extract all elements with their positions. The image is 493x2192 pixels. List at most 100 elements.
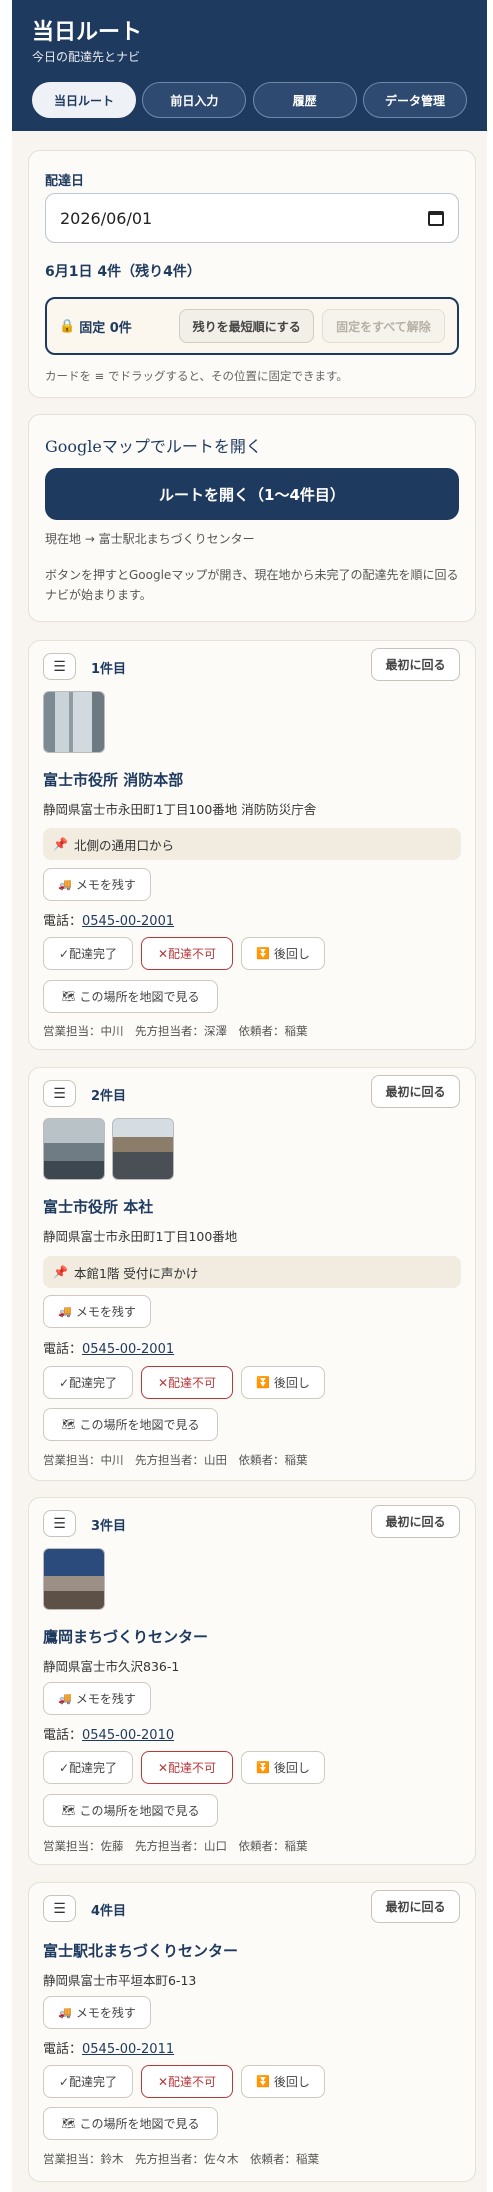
memo-label: メモを残す xyxy=(75,1305,136,1319)
header: 当日ルート 今日の配達先とナビ 当日ルート 前日入力 履歴 データ管理 xyxy=(12,0,487,131)
clear-fixed-button[interactable]: 固定をすべて解除 xyxy=(321,309,445,343)
tab-today-route[interactable]: 当日ルート xyxy=(32,82,136,118)
down-arrow-icon: ⏬ xyxy=(256,1761,270,1774)
staff-info: 営業担当：佐藤 先方担当者：山口 依頼者：稲葉 xyxy=(43,1839,308,1853)
memo-button[interactable]: 🚚 メモを残す xyxy=(43,1295,151,1328)
memo-label: メモを残す xyxy=(75,2006,136,2020)
date-card: 配達日 2026/06/01 6月1日 4件（残り4件） 🔒 固定 0件 残りを… xyxy=(28,150,476,398)
view-map-label: この場所を地図で見る xyxy=(79,1418,200,1432)
drag-handle-icon[interactable]: ☰ xyxy=(43,1895,76,1922)
visit-first-button[interactable]: 最初に回る xyxy=(371,648,460,681)
postpone-button[interactable]: ⏬ 後回し xyxy=(241,1366,325,1399)
fixed-bar: 🔒 固定 0件 残りを最短順にする 固定をすべて解除 xyxy=(45,297,459,355)
route-text: 現在地 → 富士駅北まちづくりセンター xyxy=(45,532,255,546)
gmap-description: ボタンを押すとGoogleマップが開き、現在地から未完了の配達先を順に回るナビが… xyxy=(45,568,459,602)
drag-handle-icon[interactable]: ☰ xyxy=(43,653,76,680)
open-route-button[interactable]: ルートを開く（1〜4件目） xyxy=(45,468,459,520)
phone-link[interactable]: 0545-00-2001 xyxy=(82,1342,174,1357)
stop-name: 富士市役所 消防本部 xyxy=(43,771,184,789)
delivered-button[interactable]: ✓配達完了 xyxy=(43,1366,133,1399)
phone-link[interactable]: 0545-00-2001 xyxy=(82,914,174,929)
stop-photo[interactable] xyxy=(43,1118,105,1180)
stop-note: 📌 本館1階 受付に声かけ xyxy=(43,1256,461,1288)
staff-info: 営業担当：中川 先方担当者：深澤 依頼者：稲葉 xyxy=(43,1024,308,1038)
map-icon: 🗺 xyxy=(61,1804,76,1817)
tab-data-management[interactable]: データ管理 xyxy=(362,82,467,118)
stop-card: ☰ 4件目 最初に回る 富士駅北まちづくりセンター 静岡県富士市平垣本町6-13… xyxy=(28,1882,476,2182)
delivered-button[interactable]: ✓配達完了 xyxy=(43,937,133,970)
note-text: 本館1階 受付に声かけ xyxy=(73,1265,199,1281)
delivered-button[interactable]: ✓配達完了 xyxy=(43,1751,133,1784)
stop-order: 3件目 xyxy=(91,1519,127,1534)
photos xyxy=(43,691,105,753)
postpone-button[interactable]: ⏬ 後回し xyxy=(241,1751,325,1784)
stop-photo[interactable] xyxy=(43,1548,105,1610)
stop-name: 富士駅北まちづくりセンター xyxy=(43,1942,239,1960)
action-row: ✓配達完了 ✕配達不可 ⏬ 後回し xyxy=(43,937,325,970)
postpone-button[interactable]: ⏬ 後回し xyxy=(241,937,325,970)
stop-note: 📌 北側の通用口から xyxy=(43,828,461,860)
calendar-icon[interactable] xyxy=(428,210,444,226)
phone: 電話：0545-00-2001 xyxy=(43,910,174,929)
visit-first-button[interactable]: 最初に回る xyxy=(371,1505,460,1538)
visit-first-button[interactable]: 最初に回る xyxy=(371,1075,460,1108)
truck-icon: 🚚 xyxy=(58,878,72,891)
photos xyxy=(43,1118,174,1180)
phone-label: 電話： xyxy=(43,1342,83,1357)
shortest-order-button[interactable]: 残りを最短順にする xyxy=(179,309,314,343)
postpone-button[interactable]: ⏬ 後回し xyxy=(241,2065,325,2098)
drag-handle-icon[interactable]: ☰ xyxy=(43,1080,76,1107)
action-row: ✓配達完了 ✕配達不可 ⏬ 後回し xyxy=(43,1366,325,1399)
action-row: ✓配達完了 ✕配達不可 ⏬ 後回し xyxy=(43,2065,325,2098)
undeliverable-button[interactable]: ✕配達不可 xyxy=(141,1751,233,1784)
view-map-button[interactable]: 🗺 この場所を地図で見る xyxy=(43,1794,218,1827)
stop-address: 静岡県富士市永田町1丁目100番地 xyxy=(43,1229,238,1244)
stop-photo[interactable] xyxy=(43,691,105,753)
stop-address: 静岡県富士市平垣本町6-13 xyxy=(43,1973,197,1988)
view-map-button[interactable]: 🗺 この場所を地図で見る xyxy=(43,1408,218,1441)
stop-card: ☰ 1件目 最初に回る 富士市役所 消防本部 静岡県富士市永田町1丁目100番地… xyxy=(28,640,476,1050)
tab-history[interactable]: 履歴 xyxy=(252,82,357,118)
photos xyxy=(43,1548,105,1610)
down-arrow-icon: ⏬ xyxy=(256,2075,270,2088)
stop-order: 1件目 xyxy=(91,662,127,677)
memo-label: メモを残す xyxy=(75,878,136,892)
memo-label: メモを残す xyxy=(75,1692,136,1706)
pin-icon: 📌 xyxy=(53,1265,68,1279)
undeliverable-button[interactable]: ✕配達不可 xyxy=(141,1366,233,1399)
gmap-card: Googleマップでルートを開く ルートを開く（1〜4件目） 現在地 → 富士駅… xyxy=(28,414,476,622)
pin-icon: 📌 xyxy=(53,837,68,851)
visit-first-button[interactable]: 最初に回る xyxy=(371,1890,460,1923)
page-title: 当日ルート xyxy=(32,20,143,45)
truck-icon: 🚚 xyxy=(58,1305,72,1318)
date-label: 配達日 xyxy=(45,174,85,189)
nav-tabs: 当日ルート 前日入力 履歴 データ管理 xyxy=(32,82,467,118)
view-map-label: この場所を地図で見る xyxy=(79,990,200,1004)
tab-prev-day-input[interactable]: 前日入力 xyxy=(142,82,247,118)
memo-button[interactable]: 🚚 メモを残す xyxy=(43,1996,151,2029)
memo-button[interactable]: 🚚 メモを残す xyxy=(43,1682,151,1715)
note-text: 北側の通用口から xyxy=(73,837,174,853)
stop-name: 富士市役所 本社 xyxy=(43,1198,154,1216)
gmap-title: Googleマップでルートを開く xyxy=(45,437,262,456)
stop-card: ☰ 2件目 最初に回る 富士市役所 本社 静岡県富士市永田町1丁目100番地 📌… xyxy=(28,1067,476,1481)
undeliverable-button[interactable]: ✕配達不可 xyxy=(141,2065,233,2098)
map-icon: 🗺 xyxy=(61,990,76,1003)
view-map-button[interactable]: 🗺 この場所を地図で見る xyxy=(43,2107,218,2140)
page-subtitle: 今日の配達先とナビ xyxy=(32,50,141,64)
phone-link[interactable]: 0545-00-2010 xyxy=(82,1728,174,1743)
drag-handle-icon[interactable]: ☰ xyxy=(43,1510,76,1537)
lock-icon: 🔒 xyxy=(59,318,76,334)
view-map-button[interactable]: 🗺 この場所を地図で見る xyxy=(43,980,218,1013)
phone-link[interactable]: 0545-00-2011 xyxy=(82,2042,174,2057)
action-row: ✓配達完了 ✕配達不可 ⏬ 後回し xyxy=(43,1751,325,1784)
stop-card: ☰ 3件目 最初に回る 鷹岡まちづくりセンター 静岡県富士市久沢836-1 🚚 メ… xyxy=(28,1497,476,1865)
delivered-button[interactable]: ✓配達完了 xyxy=(43,2065,133,2098)
phone-label: 電話： xyxy=(43,2042,83,2057)
stop-photo[interactable] xyxy=(112,1118,174,1180)
phone-label: 電話： xyxy=(43,914,83,929)
stop-order: 2件目 xyxy=(91,1089,127,1104)
undeliverable-button[interactable]: ✕配達不可 xyxy=(141,937,233,970)
memo-button[interactable]: 🚚 メモを残す xyxy=(43,868,151,901)
date-input[interactable]: 2026/06/01 xyxy=(45,193,459,243)
